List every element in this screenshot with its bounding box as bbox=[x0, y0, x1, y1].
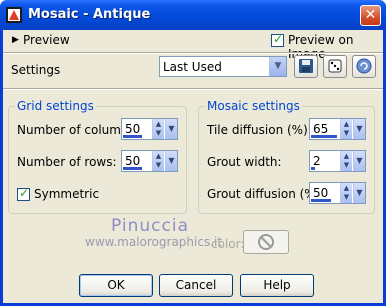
dialog-window: Mosaic - Antique ✕ ▶ Preview ✓ Preview o… bbox=[0, 0, 386, 306]
no-symbol-icon bbox=[258, 234, 274, 250]
rows-stepper[interactable]: 50 ▲ ▼ ▼ bbox=[121, 150, 178, 172]
columns-slider[interactable] bbox=[123, 135, 142, 138]
save-icon bbox=[299, 59, 313, 73]
spin-up-icon[interactable]: ▲ ▼ bbox=[152, 119, 164, 139]
rows-slider[interactable] bbox=[123, 167, 142, 170]
grout-diffusion-stepper[interactable]: 50 ▲ ▼ ▼ bbox=[309, 182, 366, 204]
rows-value: 50 bbox=[125, 154, 141, 168]
grout-width-value: 2 bbox=[313, 154, 321, 168]
mosaic-settings-title: Mosaic settings bbox=[205, 99, 302, 113]
grout-diffusion-value: 50 bbox=[313, 186, 329, 200]
preview-on-image-checkbox[interactable]: ✓ bbox=[271, 32, 284, 47]
rows-label: Number of rows: bbox=[17, 155, 117, 169]
spin-down-icon[interactable]: ▼ bbox=[353, 151, 365, 171]
spin-down-icon[interactable]: ▼ bbox=[165, 119, 177, 139]
settings-dropdown[interactable]: Last Used ▼ bbox=[159, 56, 287, 77]
grout-width-stepper[interactable]: 2 ▲ ▼ ▼ bbox=[309, 150, 366, 172]
reset-icon bbox=[356, 58, 372, 74]
ok-button[interactable]: OK bbox=[79, 274, 153, 297]
reset-button[interactable] bbox=[352, 55, 376, 78]
edge-color-swatch[interactable] bbox=[243, 230, 289, 254]
tile-diffusion-slider[interactable] bbox=[311, 135, 337, 138]
grout-diffusion-label: Grout diffusion (%): bbox=[207, 187, 325, 201]
check-icon: ✓ bbox=[273, 32, 284, 46]
spin-up-icon[interactable]: ▲ ▼ bbox=[340, 119, 352, 139]
symmetric-checkbox[interactable]: ✓ bbox=[17, 186, 30, 201]
close-button[interactable]: ✕ bbox=[360, 5, 381, 26]
columns-value: 50 bbox=[125, 122, 141, 136]
chevron-down-icon[interactable]: ▼ bbox=[269, 57, 286, 76]
spin-up-icon[interactable]: ▲ ▼ bbox=[340, 151, 352, 171]
spin-down-icon[interactable]: ▼ bbox=[165, 151, 177, 171]
check-icon: ✓ bbox=[19, 186, 30, 200]
preview-label: Preview bbox=[23, 33, 70, 47]
divider bbox=[3, 52, 383, 54]
title-bar: Mosaic - Antique ✕ bbox=[0, 0, 386, 30]
dialog-body: ▶ Preview ✓ Preview on Image Settings La… bbox=[3, 30, 383, 303]
mosaic-settings-group: Mosaic settings Tile diffusion (%): 65 ▲… bbox=[198, 99, 375, 214]
randomize-icon bbox=[328, 59, 342, 73]
settings-value: Last Used bbox=[163, 60, 222, 74]
spin-up-icon[interactable]: ▲ ▼ bbox=[340, 183, 352, 203]
close-icon: ✕ bbox=[364, 7, 377, 23]
expand-arrow-icon: ▶ bbox=[12, 35, 19, 45]
spin-down-icon[interactable]: ▼ bbox=[353, 183, 365, 203]
tile-diffusion-value: 65 bbox=[313, 122, 329, 136]
grout-width-label: Grout width: bbox=[207, 155, 282, 169]
grid-settings-group: Grid settings Number of columns: 50 ▲ ▼ ▼… bbox=[8, 99, 187, 214]
cancel-button[interactable]: Cancel bbox=[159, 274, 233, 297]
watermark-url: www.malorographics.it bbox=[85, 235, 223, 249]
app-icon bbox=[6, 7, 22, 23]
symmetric-label: Symmetric bbox=[34, 187, 100, 201]
tile-diffusion-label: Tile diffusion (%): bbox=[207, 123, 312, 137]
divider bbox=[3, 88, 383, 90]
settings-label: Settings bbox=[11, 63, 61, 77]
spin-up-icon[interactable]: ▲ ▼ bbox=[152, 151, 164, 171]
spin-down-icon[interactable]: ▼ bbox=[353, 119, 365, 139]
grout-diffusion-slider[interactable] bbox=[311, 199, 331, 202]
tile-diffusion-stepper[interactable]: 65 ▲ ▼ ▼ bbox=[309, 118, 366, 140]
grid-settings-title: Grid settings bbox=[15, 99, 96, 113]
grout-width-slider[interactable] bbox=[311, 167, 315, 170]
save-preset-button[interactable] bbox=[294, 55, 318, 78]
randomize-button[interactable] bbox=[323, 55, 347, 78]
watermark-text: Pinuccia bbox=[111, 216, 189, 236]
window-title: Mosaic - Antique bbox=[28, 7, 151, 22]
edge-color-label: color: bbox=[211, 237, 245, 251]
help-button[interactable]: Help bbox=[240, 274, 314, 297]
columns-stepper[interactable]: 50 ▲ ▼ ▼ bbox=[121, 118, 178, 140]
